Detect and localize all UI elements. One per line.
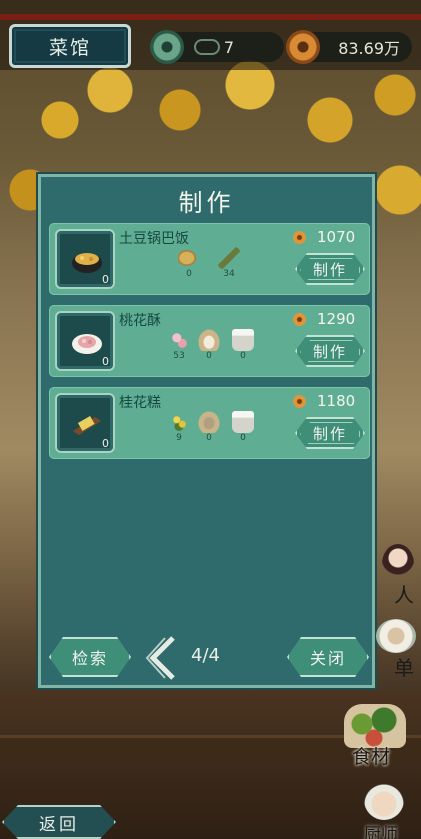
- jade-currency[interactable]: 7: [150, 30, 284, 64]
- coin-icon: [293, 313, 306, 326]
- ingredient-count: 9: [176, 433, 182, 443]
- flour-bucket-icon: [232, 411, 254, 433]
- recipe-thumbnail: 0: [55, 393, 115, 453]
- make-button[interactable]: 制作: [295, 253, 365, 285]
- ingredients-label: 食材: [352, 746, 391, 768]
- recipe-name: 桂花糕: [119, 395, 161, 411]
- menu-button[interactable]: 单: [372, 617, 420, 683]
- make-button[interactable]: 制作: [295, 335, 365, 367]
- copper-currency[interactable]: 83.69万: [286, 30, 412, 64]
- ingredient-flour-bucket: 0: [231, 411, 255, 445]
- header-stripe: [0, 14, 421, 20]
- owned-count: 0: [102, 273, 109, 286]
- recipe-card[interactable]: 0 桂花糕 1180 9 0 0 制作: [49, 387, 370, 459]
- menu-label: 单: [394, 656, 414, 680]
- make-button[interactable]: 制作: [295, 417, 365, 449]
- recipe-card[interactable]: 0 桃花酥 1290 53 0 0 制作: [49, 305, 370, 377]
- copper-coin-icon: [286, 30, 320, 64]
- ingredient-count: 53: [173, 351, 185, 361]
- page-indicator: 4/4: [191, 645, 220, 666]
- chef-button[interactable]: 厨师: [356, 778, 416, 839]
- coin-icon: [293, 231, 306, 244]
- recipe-thumbnail: 0: [55, 229, 115, 289]
- crafting-dialog: 制作 0 土豆锅巴饭 1070 0 34 制作 0 桃花酥 1290 53 0 …: [38, 174, 375, 688]
- recipe-price: 1290: [317, 310, 356, 328]
- jade-value: 7: [223, 37, 234, 57]
- recruit-button[interactable]: 人: [372, 540, 420, 610]
- grain-sack-icon: [198, 411, 220, 433]
- ingredient-herb: 34: [217, 247, 241, 281]
- back-button[interactable]: 返回: [2, 805, 116, 839]
- rice-sack-icon: [198, 329, 220, 351]
- ingredients-button[interactable]: 食材: [340, 700, 412, 770]
- ingredient-count: 34: [223, 269, 235, 279]
- ingredient-potato: 0: [177, 247, 201, 281]
- owned-count: 0: [102, 437, 109, 450]
- ingredient-count: 0: [240, 351, 246, 361]
- ingredient-peach-blossom: 53: [167, 329, 191, 363]
- recipe-card[interactable]: 0 土豆锅巴饭 1070 0 34 制作: [49, 223, 370, 295]
- search-button[interactable]: 检索: [49, 637, 131, 677]
- recipe-name: 土豆锅巴饭: [119, 231, 189, 247]
- ingredient-osmanthus: 9: [167, 411, 191, 445]
- chef-label: 厨师: [364, 825, 398, 839]
- ingredient-flour-bucket: 0: [231, 329, 255, 363]
- chef-portrait-icon: [364, 780, 404, 820]
- close-button[interactable]: 关闭: [287, 637, 369, 677]
- dialog-title: 制作: [178, 189, 235, 217]
- recruit-label: 人: [394, 583, 414, 607]
- restaurant-title-plaque: 菜馆: [9, 24, 131, 68]
- potato-icon: [178, 247, 200, 269]
- ingredient-grain-sack: 0: [197, 411, 221, 445]
- coin-icon: [293, 395, 306, 408]
- ingredient-count: 0: [206, 351, 212, 361]
- potato-rice-pot-icon: [72, 253, 102, 273]
- ingredient-count: 0: [206, 433, 212, 443]
- jade-coin-icon: [150, 30, 184, 64]
- recipe-thumbnail: 0: [55, 311, 115, 371]
- ingredient-rice-sack: 0: [197, 329, 221, 363]
- peach-blossom-pastry-icon: [72, 334, 102, 354]
- recipe-price: 1180: [317, 392, 356, 410]
- waitress-portrait-icon: [382, 544, 414, 584]
- recipe-name: 桃花酥: [119, 313, 161, 329]
- flour-bucket-icon: [232, 329, 254, 351]
- owned-count: 0: [102, 355, 109, 368]
- coin-value: 83.69万: [338, 39, 400, 58]
- dish-plate-icon: [376, 619, 416, 653]
- osmanthus-icon: [168, 411, 190, 433]
- herb-icon: [218, 247, 240, 269]
- ingredient-count: 0: [240, 433, 246, 443]
- jade-scroll-icon: [194, 39, 220, 55]
- osmanthus-cake-icon: [73, 416, 101, 435]
- prev-page-arrow-icon[interactable]: [145, 635, 179, 681]
- recipe-price: 1070: [317, 228, 356, 246]
- peach-blossom-icon: [168, 329, 190, 351]
- ingredient-count: 0: [186, 269, 192, 279]
